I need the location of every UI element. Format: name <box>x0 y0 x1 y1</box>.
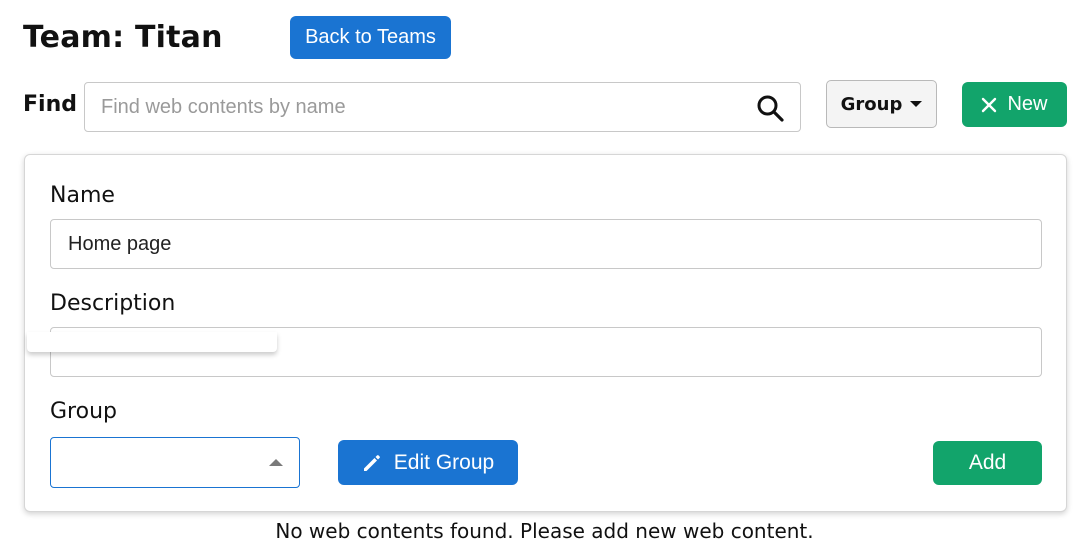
caret-down-icon <box>910 101 923 107</box>
search-box <box>84 82 801 132</box>
search-icon[interactable] <box>756 94 784 122</box>
find-label: Find <box>23 92 77 117</box>
group-select[interactable] <box>50 437 300 488</box>
description-label: Description <box>50 291 176 316</box>
back-to-teams-button[interactable]: Back to Teams <box>290 16 451 59</box>
new-button-label: New <box>1007 93 1048 115</box>
pencil-icon <box>363 454 380 471</box>
name-field[interactable] <box>50 219 1042 269</box>
empty-state-message: No web contents found. Please add new we… <box>275 519 814 543</box>
caret-up-icon <box>269 459 283 466</box>
new-button[interactable]: New <box>962 82 1067 127</box>
group-filter-button[interactable]: Group <box>826 80 937 128</box>
name-label: Name <box>50 183 115 208</box>
search-input[interactable] <box>101 83 741 131</box>
add-button[interactable]: Add <box>933 441 1042 485</box>
group-filter-label: Group <box>840 93 903 115</box>
edit-group-label: Edit Group <box>393 450 495 474</box>
edit-group-button[interactable]: Edit Group <box>338 440 518 485</box>
close-icon <box>982 97 997 112</box>
group-label: Group <box>50 399 117 424</box>
group-dropdown-menu[interactable] <box>27 332 277 352</box>
page-title: Team: Titan <box>23 20 223 55</box>
